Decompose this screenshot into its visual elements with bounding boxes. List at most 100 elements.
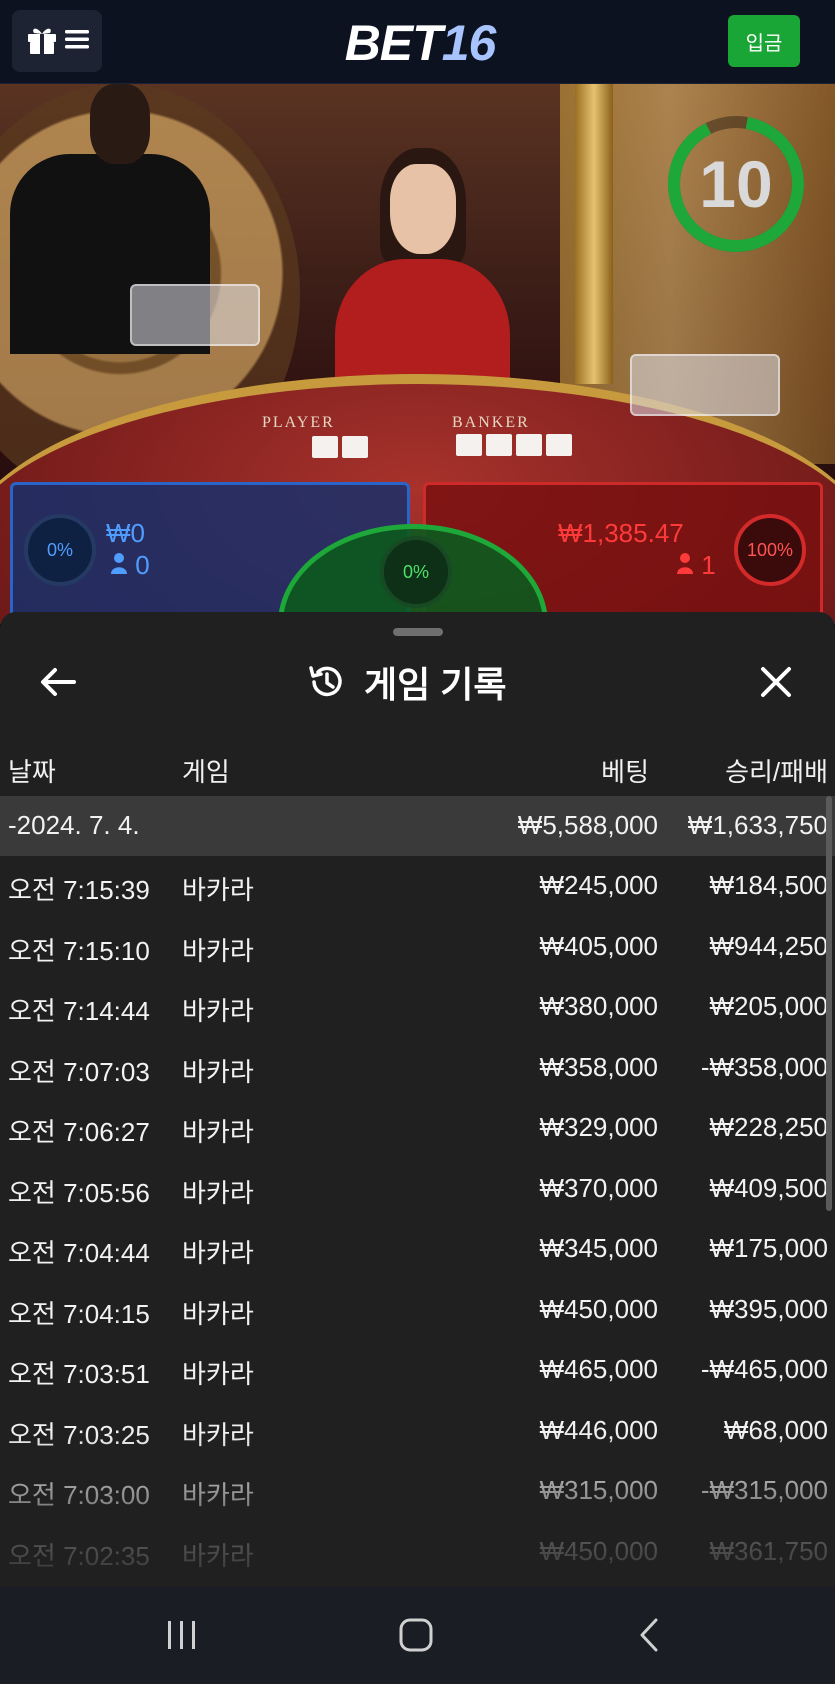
date-group-row[interactable]: -2024. 7. 4. ₩5,588,000 ₩1,633,750 — [0, 796, 835, 856]
close-button[interactable] — [752, 658, 800, 706]
history-row-time: 오전 7:03:51 — [8, 1359, 150, 1389]
history-row-time: 오전 7:06:27 — [8, 1117, 150, 1147]
history-row-game: 바카라 — [182, 1117, 254, 1147]
history-row[interactable]: 오전 7:04:44 바카라 ₩345,000 ₩175,000 — [0, 1219, 835, 1280]
banker-percent: 100% — [734, 514, 806, 586]
history-row-bet: ₩315,000 — [539, 1475, 658, 1505]
history-row-game: 바카라 — [182, 935, 254, 966]
history-row-time: 오전 7:04:44 — [8, 1238, 150, 1268]
history-row-time: 오전 7:07:03 — [8, 1056, 150, 1087]
history-row-game: 바카라 — [182, 996, 254, 1026]
history-row-game: 바카라 — [182, 1238, 254, 1268]
history-row-result: ₩184,500 — [709, 870, 828, 900]
history-row-game: 바카라 — [182, 1419, 254, 1450]
history-row-game: 바카라 — [182, 1056, 254, 1087]
countdown-timer: 10 — [699, 147, 773, 221]
history-scrollbar[interactable] — [826, 796, 832, 1211]
history-row[interactable]: 오전 7:04:15 바카라 ₩450,000 ₩395,000 — [0, 1280, 835, 1341]
person-icon — [677, 553, 693, 574]
history-row-result: ₩68,000 — [723, 1414, 828, 1445]
date-group-bet-total: ₩5,588,000 — [517, 810, 658, 840]
person-icon — [111, 553, 127, 574]
history-row[interactable]: 오전 7:03:25 바카라 ₩446,000 ₩68,000 — [0, 1401, 835, 1462]
date-group-result-total: ₩1,633,750 — [687, 810, 828, 840]
history-row-time: 오전 7:14:44 — [8, 996, 150, 1026]
history-row[interactable]: 오전 7:15:39 바카라 ₩245,000 ₩184,500 — [0, 856, 835, 917]
history-row-bet: ₩465,000 — [539, 1354, 658, 1384]
history-row-result: ₩205,000 — [709, 991, 828, 1021]
column-header-bet[interactable]: 베팅 — [601, 752, 649, 789]
history-row-bet: ₩450,000 — [539, 1293, 658, 1324]
history-row[interactable]: 오전 7:05:56 바카라 ₩370,000 ₩409,500 — [0, 1159, 835, 1220]
history-row-time: 오전 7:04:15 — [8, 1298, 150, 1329]
player-bettor-count: 0 — [135, 550, 150, 580]
history-row-bet: ₩446,000 — [539, 1414, 658, 1445]
history-row[interactable]: 오전 7:03:00 바카라 ₩315,000 -₩315,000 — [0, 1461, 835, 1522]
home-button[interactable] — [386, 1609, 446, 1661]
system-back-button[interactable] — [620, 1609, 680, 1661]
history-row-result: ₩409,500 — [709, 1172, 828, 1203]
column-header-date[interactable]: 날짜 — [8, 752, 56, 789]
history-row-time: 오전 7:03:25 — [8, 1419, 150, 1450]
menu-button[interactable] — [12, 10, 102, 72]
bet16-logo[interactable]: BET16 — [330, 14, 510, 71]
history-row-game: 바카라 — [182, 1480, 254, 1510]
banker-card — [456, 434, 482, 456]
table-player-label: PLAYER — [262, 414, 335, 431]
player-card — [342, 436, 368, 458]
history-row[interactable]: 오전 7:14:44 바카라 ₩380,000 ₩205,000 — [0, 977, 835, 1038]
history-row[interactable]: 오전 7:03:51 바카라 ₩465,000 -₩465,000 — [0, 1340, 835, 1401]
banker-bettor-count-row: 1 — [676, 550, 716, 581]
sheet-title-text: 게임 기록 — [364, 664, 507, 705]
column-header-game[interactable]: 게임 — [182, 752, 230, 789]
history-row-bet: ₩345,000 — [539, 1233, 658, 1263]
history-row-result: ₩361,750 — [709, 1535, 828, 1566]
player-bet-amount: ₩0 — [106, 518, 145, 548]
back-button[interactable] — [34, 658, 82, 706]
recents-icon — [168, 1621, 195, 1649]
history-row-result: ₩944,250 — [709, 930, 828, 961]
history-row-game: 바카라 — [182, 1540, 254, 1571]
player-percent: 0% — [24, 514, 96, 586]
system-navigation-bar — [0, 1587, 835, 1684]
history-row-result: ₩175,000 — [709, 1233, 828, 1263]
player-bettor-count-row: 0 — [110, 550, 150, 581]
history-row-time: 오전 7:03:00 — [8, 1480, 150, 1510]
game-history-sheet: 게임 기록 날짜 게임 베팅 승리/패배 -2024. 7. 4. ₩5,588… — [0, 612, 835, 1587]
recents-button[interactable] — [152, 1609, 212, 1661]
history-row-result: -₩358,000 — [700, 1051, 828, 1082]
hamburger-icon — [65, 29, 89, 54]
banker-bet-amount: ₩1,385.47 — [558, 518, 684, 548]
history-row[interactable]: 오전 7:07:03 바카라 ₩358,000 -₩358,000 — [0, 1038, 835, 1099]
history-row-bet: ₩380,000 — [539, 991, 658, 1021]
history-row[interactable]: 오전 7:06:27 바카라 ₩329,000 ₩228,250 — [0, 1098, 835, 1159]
history-row-bet: ₩245,000 — [539, 870, 658, 900]
banker-card — [516, 434, 542, 456]
history-row-result: ₩395,000 — [709, 1293, 828, 1324]
history-row-time: 오전 7:15:39 — [8, 875, 150, 905]
history-row[interactable]: 오전 7:15:10 바카라 ₩405,000 ₩944,250 — [0, 917, 835, 978]
decorative-pillar — [575, 84, 613, 384]
history-row-bet: ₩450,000 — [539, 1535, 658, 1566]
banker-bettor-count: 1 — [701, 550, 716, 580]
history-row-result: ₩228,250 — [709, 1112, 828, 1142]
table-banker-label: BANKER — [452, 414, 530, 431]
history-row-time: 오전 7:02:35 — [8, 1540, 150, 1571]
back-arrow-icon — [41, 668, 76, 696]
close-icon — [761, 667, 791, 697]
live-dealer-video: PLAYER BANKER 10 0% 0% 100% ₩0 0 ₩1,385.… — [0, 84, 835, 624]
deposit-button[interactable]: 입금 — [728, 15, 800, 67]
sheet-title: 게임 기록 — [306, 658, 546, 706]
history-row-result: -₩315,000 — [700, 1475, 828, 1505]
history-row-bet: ₩358,000 — [539, 1051, 658, 1082]
history-row-result: -₩465,000 — [700, 1354, 828, 1384]
home-icon — [399, 1618, 433, 1652]
history-row[interactable]: 오전 7:02:35 바카라 ₩450,000 ₩361,750 — [0, 1522, 835, 1583]
history-row-game: 바카라 — [182, 1359, 254, 1389]
column-header-result[interactable]: 승리/패배 — [725, 752, 828, 789]
sheet-drag-handle[interactable] — [393, 628, 443, 636]
tie-percent: 0% — [380, 536, 452, 608]
card-shoe-left — [130, 284, 260, 346]
history-row-time: 오전 7:15:10 — [8, 935, 150, 966]
logo-text-blue: 16 — [441, 15, 497, 71]
